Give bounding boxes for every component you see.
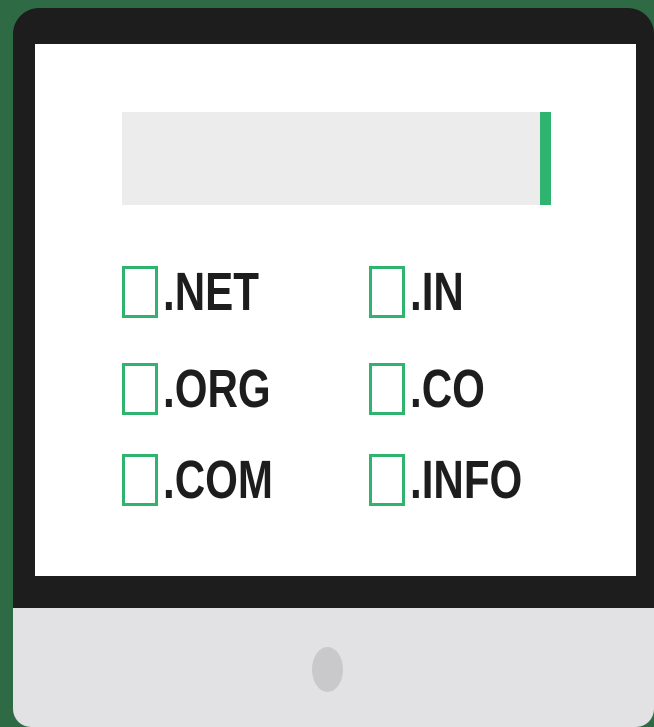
checkbox-co[interactable]	[369, 363, 405, 415]
domain-label-net: .NET	[163, 262, 259, 322]
domain-option-info[interactable]: .INFO	[369, 448, 554, 512]
checkbox-in[interactable]	[369, 266, 405, 318]
checkbox-org[interactable]	[122, 363, 158, 415]
domain-label-co: .CO	[410, 359, 485, 419]
domain-option-net[interactable]: .NET	[122, 260, 286, 324]
domain-option-co[interactable]: .CO	[369, 357, 506, 421]
domain-label-info: .INFO	[410, 450, 523, 510]
checkbox-net[interactable]	[122, 266, 158, 318]
checkbox-com[interactable]	[122, 454, 158, 506]
domain-label-org: .ORG	[163, 359, 271, 419]
checkbox-info[interactable]	[369, 454, 405, 506]
domain-label-com: .COM	[163, 450, 273, 510]
domain-label-in: .IN	[410, 262, 464, 322]
domain-option-org[interactable]: .ORG	[122, 357, 301, 421]
domain-search-input[interactable]	[122, 112, 540, 205]
power-button-icon	[312, 647, 343, 692]
domain-search-bar	[122, 112, 551, 205]
domain-option-com[interactable]: .COM	[122, 448, 304, 512]
monitor-bezel	[13, 8, 654, 608]
domain-option-in[interactable]: .IN	[369, 260, 479, 324]
search-button[interactable]	[540, 112, 551, 205]
